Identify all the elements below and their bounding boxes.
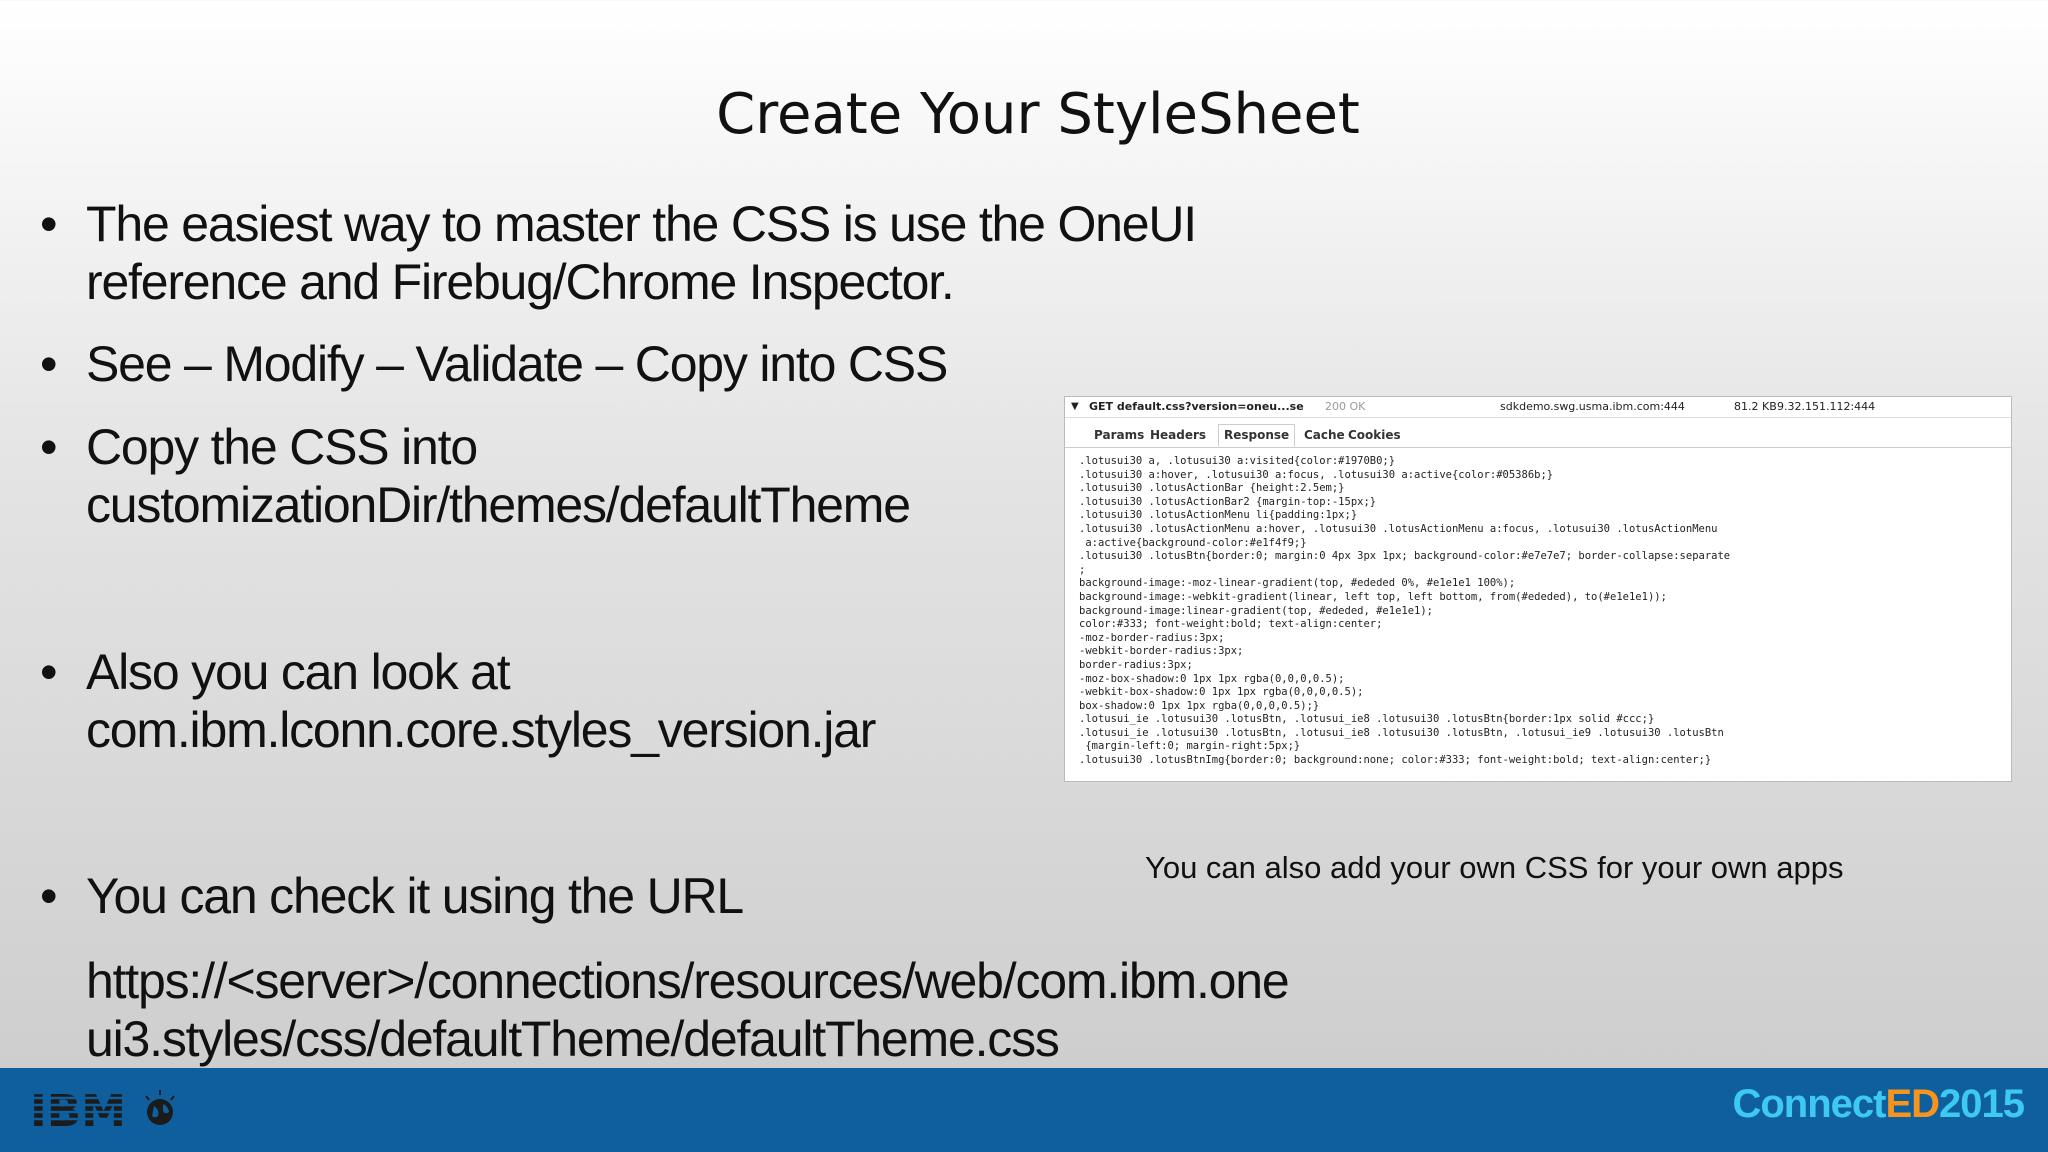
slide-title: Create Your StyleSheet [716, 82, 1360, 147]
bullet-line: See – Modify – Validate – Copy into CSS [86, 336, 948, 392]
expand-triangle-icon: ▼ [1071, 401, 1079, 412]
footer-bar: IBM ConnectED2015 [0, 1068, 2048, 1152]
bullet-line: customizationDir/themes/defaultTheme [86, 477, 911, 533]
response-css-code: .lotusui30 a, .lotusui30 a:visited{color… [1079, 455, 1731, 767]
tab-cookies: Cookies [1348, 428, 1401, 442]
bullet-dot: • [40, 336, 58, 392]
request-size: 81.2 KB [1734, 400, 1777, 413]
resource-url: https://<server>/connections/resources/w… [86, 952, 1290, 1068]
tab-headers: Headers [1150, 428, 1207, 442]
bullet-dot: • [40, 644, 58, 700]
bullet-dot: • [40, 196, 58, 252]
request-status: 200 OK [1325, 400, 1366, 413]
inspector-panel-screenshot: ▼ GET default.css?version=oneu...se 200 … [1064, 396, 2012, 782]
url-line: https://<server>/connections/resources/w… [86, 953, 1290, 1009]
bullet-line: The easiest way to master the CSS is use… [86, 196, 1197, 252]
request-row: ▼ GET default.css?version=oneu...se 200 … [1065, 397, 2011, 418]
bullet-line: com.ibm.lconn.core.styles_version.jar [86, 702, 876, 758]
bullet-dot: • [40, 419, 58, 475]
request-url: GET default.css?version=oneu...se [1089, 400, 1304, 413]
request-host: sdkdemo.swg.usma.ibm.com:444 [1500, 400, 1685, 413]
bullet-line: Also you can look at [86, 644, 511, 700]
bullet-line: Copy the CSS into [86, 419, 478, 475]
bullet-line: reference and Firebug/Chrome Inspector. [86, 254, 955, 310]
side-note: You can also add your own CSS for your o… [1145, 850, 1844, 885]
tab-response: Response [1218, 424, 1296, 447]
brand-year: 2015 [1939, 1082, 2025, 1126]
ibm-logo-icon: IBM [30, 1086, 175, 1136]
request-ip: 9.32.151.112:444 [1777, 400, 1876, 413]
url-line: ui3.styles/css/defaultTheme/defaultTheme… [86, 1011, 1060, 1067]
brand-connect: Connect [1732, 1082, 1886, 1126]
tab-params: Params [1094, 428, 1145, 442]
brand-ed: ED [1885, 1082, 1940, 1126]
bullet-dot: • [40, 868, 58, 924]
bullet-line: You can check it using the URL [86, 868, 744, 924]
connected-2015-logo: ConnectED2015 [1732, 1082, 2025, 1127]
inspector-tabs: Params Headers Response Cache Cookies [1065, 424, 2011, 448]
